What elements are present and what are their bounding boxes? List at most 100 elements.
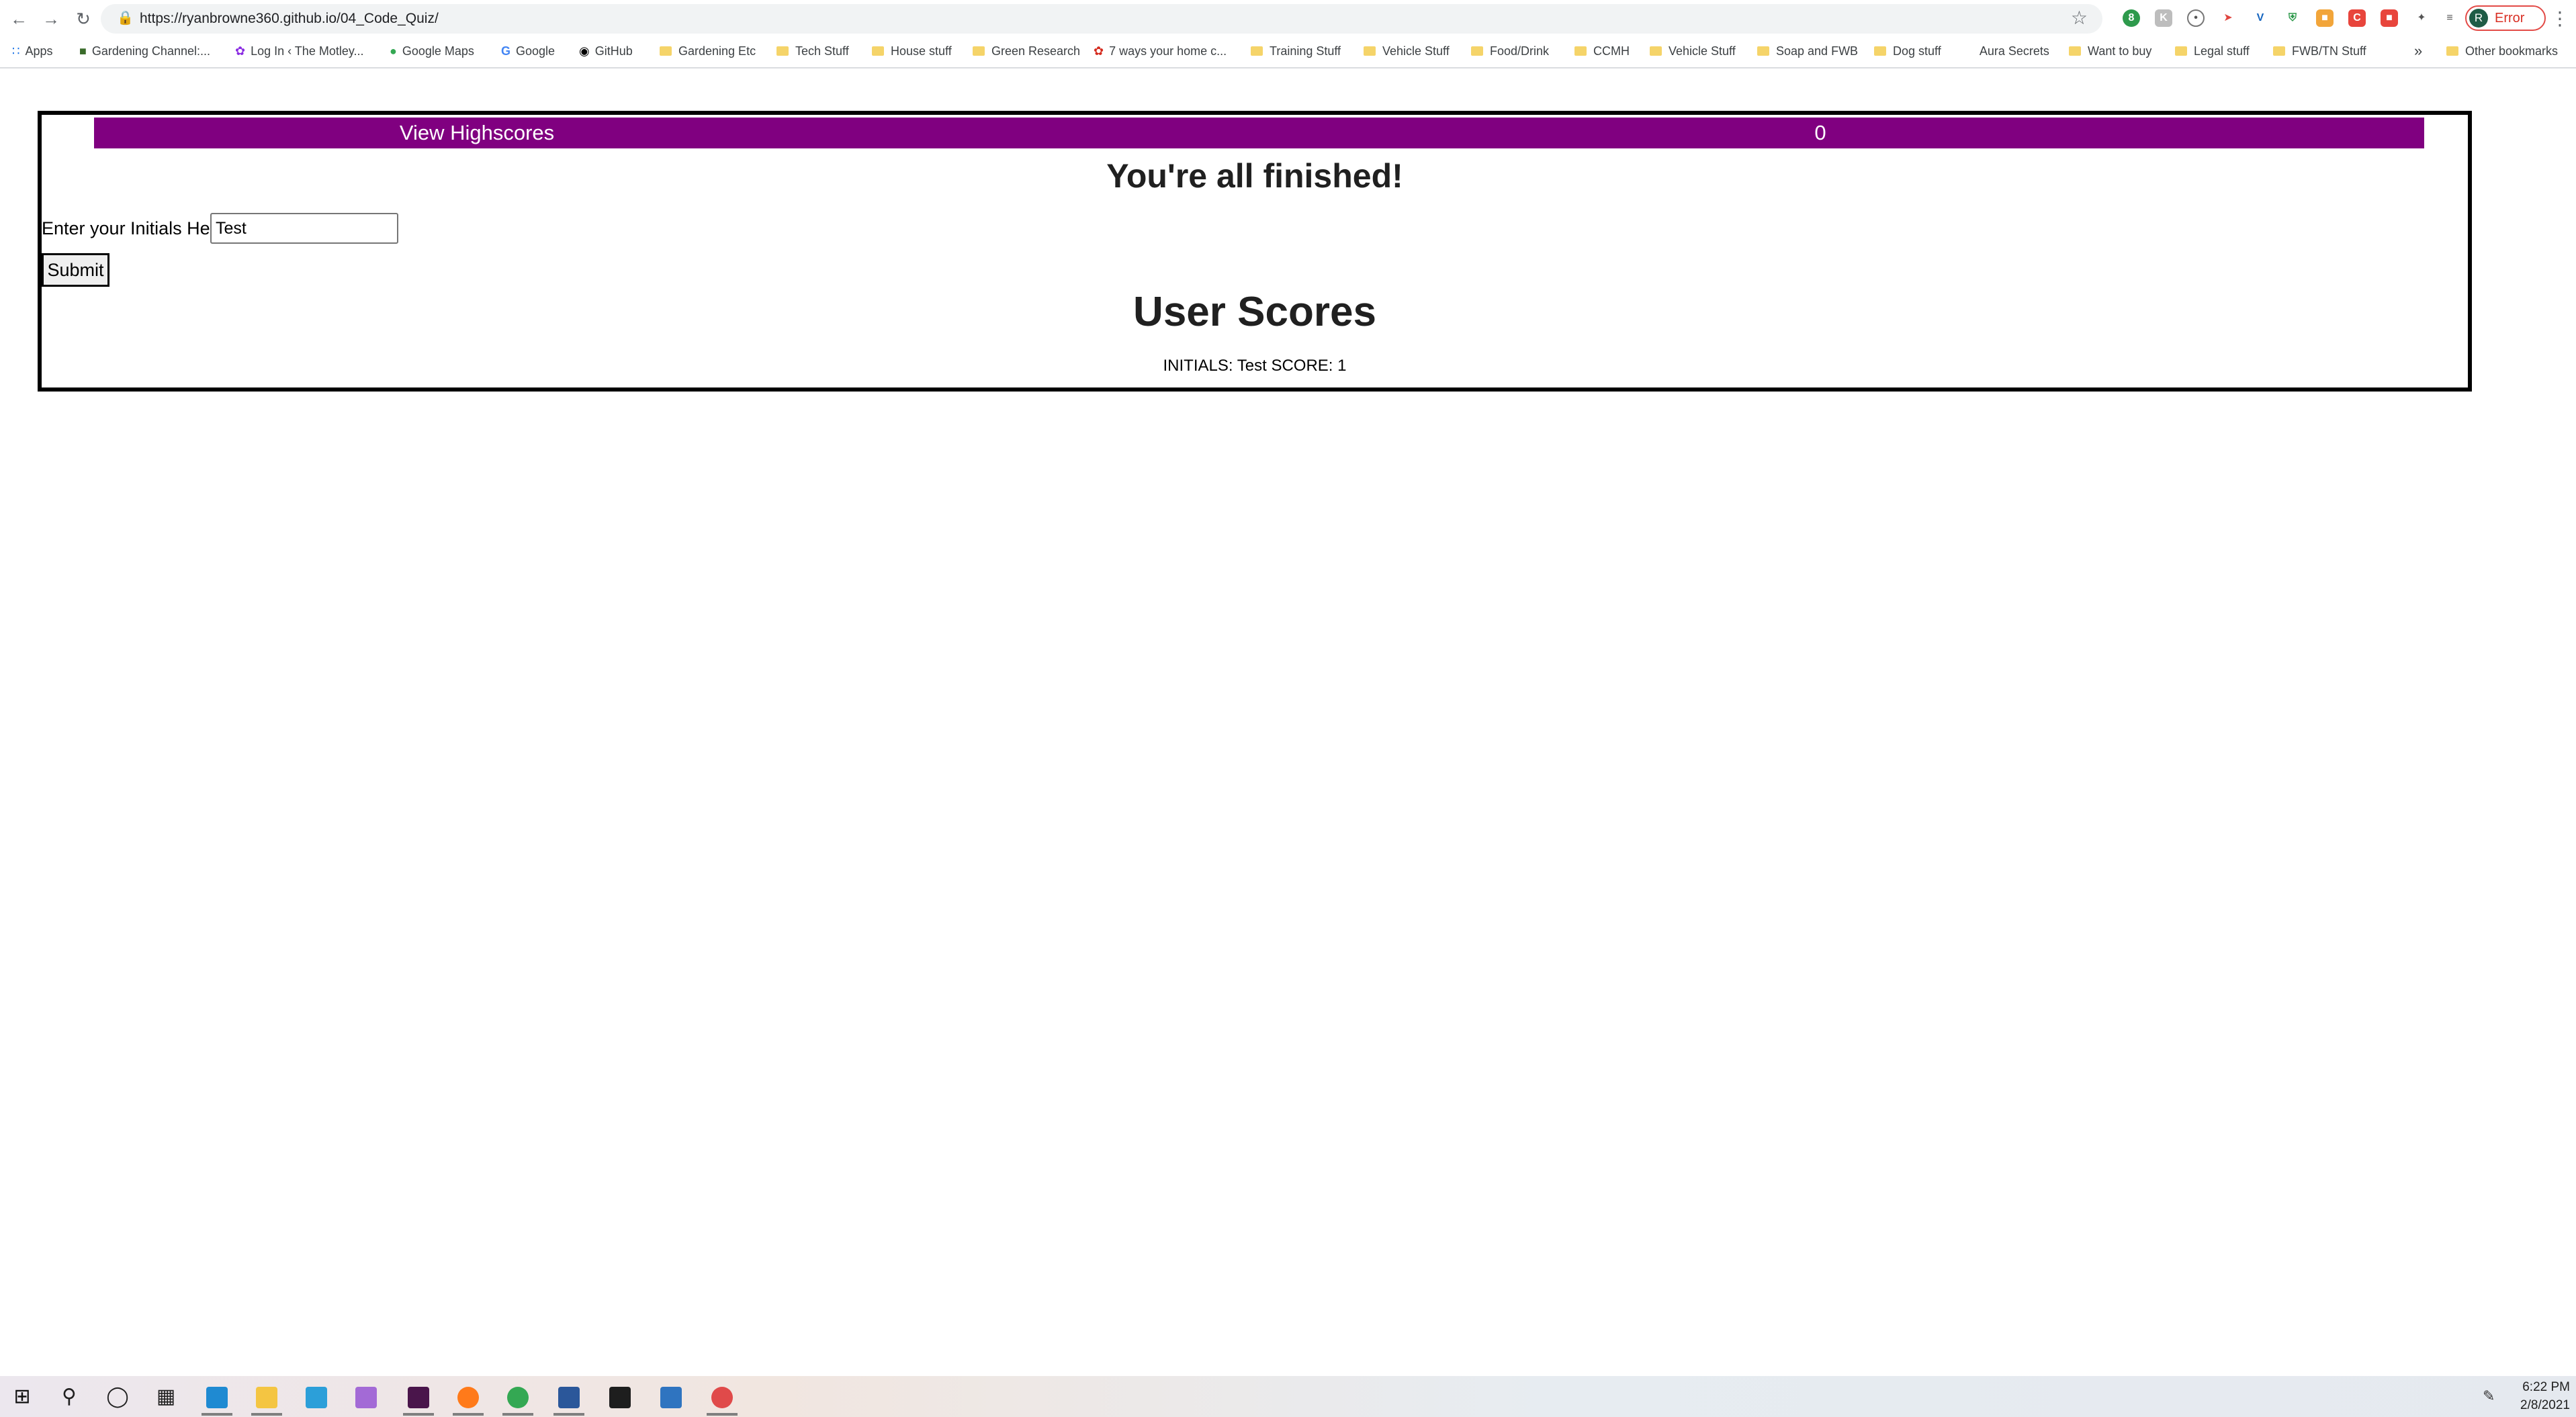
timer-display: 0 xyxy=(1814,121,1826,144)
user-scores-heading: User Scores xyxy=(1133,289,1376,335)
url-text[interactable]: https://ryanbrowne360.github.io/04_Code_… xyxy=(140,4,439,34)
folder-icon xyxy=(1364,46,1376,56)
bookmark-item[interactable]: Soap and FWB xyxy=(1757,39,1858,63)
bookmark-label: Google Maps xyxy=(402,44,474,58)
profile-error-label: Error xyxy=(2495,11,2525,26)
folder-icon xyxy=(872,46,884,56)
bookmark-item[interactable]: Food/Drink xyxy=(1471,39,1549,63)
clock-date: 2/8/2021 xyxy=(2520,1398,2570,1412)
reading-list-icon[interactable]: ≡ xyxy=(2441,9,2458,27)
back-arrow-icon[interactable]: ← xyxy=(5,5,32,32)
vscode-icon[interactable] xyxy=(195,1376,239,1417)
bookmark-item[interactable]: ■ Aura Secrets xyxy=(1967,39,2049,63)
word-icon[interactable] xyxy=(547,1376,591,1417)
bookmark-label: Tech Stuff xyxy=(795,44,849,58)
view-highscores-link[interactable]: View Highscores xyxy=(94,118,860,148)
bookmark-label: Green Research xyxy=(991,44,1081,58)
folder-icon xyxy=(660,46,672,56)
bookmark-star-icon[interactable]: ☆ xyxy=(2071,7,2088,29)
score-entry: INITIALS: Test SCORE: 1 xyxy=(1163,357,1347,375)
system-clock[interactable]: 6:22 PM 2/8/2021 xyxy=(2510,1378,2570,1414)
forward-arrow-icon[interactable]: → xyxy=(38,5,64,32)
extension-gray-icon[interactable]: K xyxy=(2155,9,2172,27)
bookmark-label: Want to buy xyxy=(2088,44,2152,58)
address-bar[interactable]: 🔒 https://ryanbrowne360.github.io/04_Cod… xyxy=(101,4,2102,34)
bookmark-item[interactable]: Gardening Etc xyxy=(660,39,756,63)
bookmark-item[interactable]: ● Google Maps xyxy=(390,39,474,63)
bookmark-item[interactable]: House stuff xyxy=(872,39,952,63)
bookmark-item[interactable]: FWB/TN Stuff xyxy=(2273,39,2366,63)
photos-icon[interactable] xyxy=(649,1376,693,1417)
search-icon[interactable]: ⚲ xyxy=(47,1376,91,1417)
bookmark-item[interactable]: Vehicle Stuff xyxy=(1364,39,1450,63)
reload-icon[interactable]: ↻ xyxy=(70,5,97,32)
bookmark-label: Food/Drink xyxy=(1490,44,1550,58)
bookmarks-overflow-icon[interactable]: » xyxy=(2414,39,2422,63)
bookmark-label: Training Stuff xyxy=(1270,44,1341,58)
chrome-icon[interactable] xyxy=(496,1376,540,1417)
extension-v-icon[interactable]: V xyxy=(2252,9,2269,27)
bookmark-label: Apps xyxy=(25,44,53,58)
bookmark-label: Vehicle Stuff xyxy=(1669,44,1736,58)
puzzle-icon[interactable]: ✦ xyxy=(2413,9,2430,27)
shield-icon[interactable]: ⛨ xyxy=(2284,9,2301,27)
folder-icon xyxy=(2175,46,2187,56)
bookmark-label: Gardening Channel:... xyxy=(91,44,210,58)
extension-red-arrow-icon[interactable]: ➤ xyxy=(2219,9,2237,27)
bookmark-item[interactable]: Training Stuff xyxy=(1251,39,1341,63)
bookmark-label: Aura Secrets xyxy=(1979,44,2049,58)
bookmark-label: House stuff xyxy=(891,44,952,58)
bookmark-item[interactable]: Dog stuff xyxy=(1874,39,1941,63)
task-view-icon[interactable]: ▦ xyxy=(144,1376,188,1417)
file-explorer-icon[interactable] xyxy=(245,1376,289,1417)
site-icon: ■ xyxy=(79,44,87,58)
quiz-container: View Highscores 0 You're all finished! E… xyxy=(38,111,2472,392)
bookmarks-bar: ∷ Apps ■ Gardening Channel:... ✿ Log In ‹ T… xyxy=(0,39,2576,63)
extension-badge-icon[interactable]: ■ xyxy=(2381,9,2398,27)
bookmark-item[interactable]: ✿ 7 ways your home c... xyxy=(1094,39,1227,63)
initials-input[interactable] xyxy=(210,213,398,244)
extension-c-icon[interactable]: C xyxy=(2348,9,2366,27)
folder-icon xyxy=(1574,46,1587,56)
extension-green-icon[interactable]: 8 xyxy=(2123,9,2140,27)
bookmark-item[interactable]: ✿ Log In ‹ The Motley... xyxy=(235,39,364,63)
bookmark-item[interactable]: Vehicle Stuff xyxy=(1650,39,1736,63)
github-icon: ◉ xyxy=(579,44,590,58)
bookmark-label: Gardening Etc xyxy=(678,44,756,58)
maps-pin-icon: ● xyxy=(390,44,397,58)
lock-icon: 🔒 xyxy=(117,11,134,26)
firefox-icon[interactable] xyxy=(446,1376,490,1417)
bookmark-item[interactable]: ◉ GitHub xyxy=(579,39,633,63)
cortana-icon[interactable]: ◯ xyxy=(95,1376,140,1417)
maple-leaf-icon: ✿ xyxy=(1094,44,1104,58)
slack-icon[interactable] xyxy=(396,1376,441,1417)
git-app-icon[interactable] xyxy=(344,1376,388,1417)
bookmark-item[interactable]: G Google xyxy=(501,39,555,63)
bookmark-item[interactable]: CCMH xyxy=(1574,39,1630,63)
bookmark-item[interactable]: Green Research xyxy=(973,39,1080,63)
submit-button[interactable]: Submit xyxy=(42,253,109,287)
pen-tray-icon[interactable]: ✎ xyxy=(2483,1387,2495,1405)
bookmark-label: GitHub xyxy=(594,44,633,58)
bookmark-item[interactable]: Want to buy xyxy=(2069,39,2151,63)
avatar: R xyxy=(2469,9,2488,28)
bookmark-item[interactable]: Other bookmarks xyxy=(2446,39,2558,63)
extension-circle-icon[interactable]: • xyxy=(2187,9,2205,27)
menu-dots-icon[interactable]: ⋮ xyxy=(2550,5,2569,32)
bookmark-item[interactable]: ∷ Apps xyxy=(12,39,52,63)
finished-heading: You're all finished! xyxy=(1106,157,1403,195)
bookmark-item[interactable]: Tech Stuff xyxy=(776,39,849,63)
site-icon: ✿ xyxy=(235,44,246,58)
l-app-icon[interactable] xyxy=(294,1376,339,1417)
windows-start-icon[interactable]: ⊞ xyxy=(0,1376,44,1417)
bookmark-item[interactable]: Legal stuff xyxy=(2175,39,2250,63)
snip-app-icon[interactable] xyxy=(700,1376,744,1417)
bookmark-label: Google xyxy=(516,44,556,58)
clock-time: 6:22 PM xyxy=(2522,1380,2570,1394)
apps-grid-icon: ∷ xyxy=(12,44,20,58)
bookmark-item[interactable]: ■ Gardening Channel:... xyxy=(79,39,210,63)
extension-orange-icon[interactable]: ■ xyxy=(2316,9,2334,27)
profile-button[interactable]: R Error xyxy=(2465,5,2546,31)
terminal-icon[interactable] xyxy=(598,1376,642,1417)
folder-icon xyxy=(2446,46,2458,56)
